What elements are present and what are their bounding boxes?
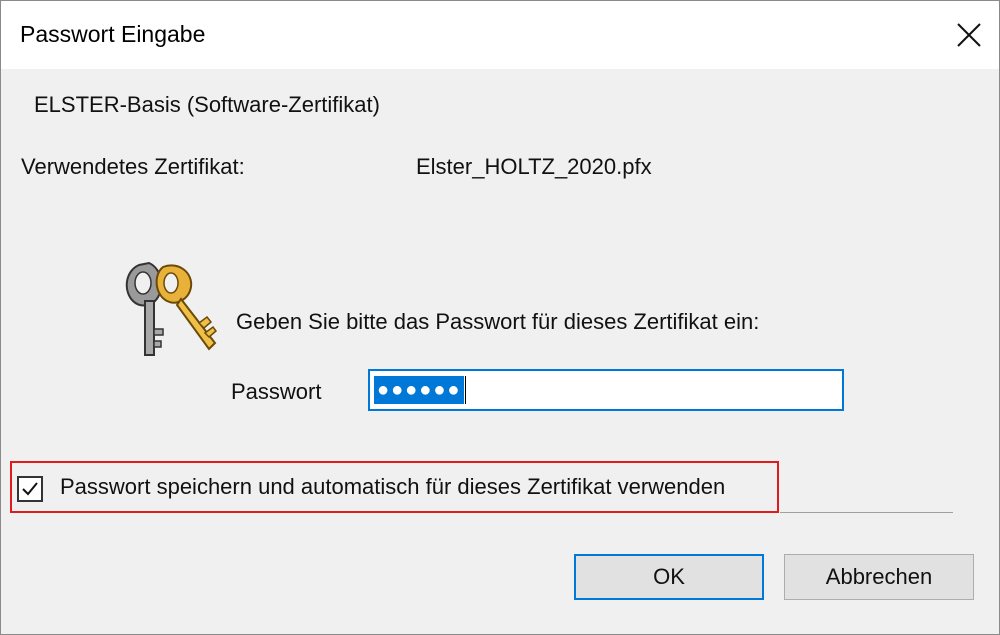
save-password-checkbox[interactable] — [17, 476, 43, 502]
password-input[interactable]: ●●●●●● — [368, 369, 844, 411]
certificate-file-name: Elster_HOLTZ_2020.pfx — [416, 154, 652, 179]
checkmark-icon — [22, 482, 38, 496]
password-label: Passwort — [231, 379, 322, 404]
title-bar: Passwort Eingabe — [1, 1, 999, 69]
close-button[interactable] — [939, 1, 999, 69]
ok-button[interactable]: OK — [574, 554, 764, 600]
used-certificate-label: Verwendetes Zertifikat: — [21, 154, 245, 179]
window-title: Passwort Eingabe — [20, 21, 206, 47]
password-prompt: Geben Sie bitte das Passwort für dieses … — [236, 309, 760, 334]
save-password-label[interactable]: Passwort speichern und automatisch für d… — [60, 474, 725, 500]
password-dialog: Passwort Eingabe ELSTER-Basis (Software-… — [0, 0, 1000, 635]
password-masked-value: ●●●●●● — [374, 376, 465, 404]
cancel-button[interactable]: Abbrechen — [784, 554, 974, 600]
text-caret — [465, 376, 467, 404]
close-icon — [957, 23, 981, 47]
keys-icon — [125, 261, 218, 356]
certificate-type: ELSTER-Basis (Software-Zertifikat) — [34, 92, 380, 117]
separator-line — [780, 512, 953, 513]
